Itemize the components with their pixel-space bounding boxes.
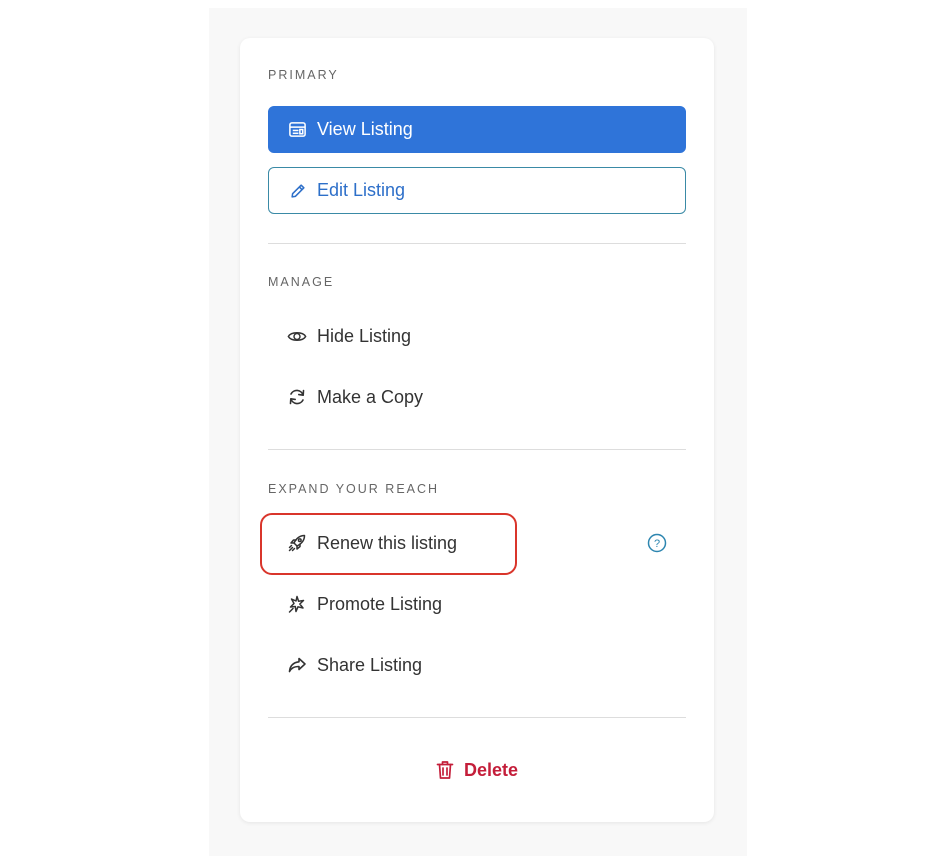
promote-listing-label: Promote Listing — [317, 593, 443, 614]
promote-listing-action[interactable]: Promote Listing — [268, 582, 686, 626]
edit-listing-button[interactable]: Edit Listing — [268, 167, 686, 214]
delete-button[interactable]: Delete — [240, 754, 714, 786]
divider — [268, 717, 686, 718]
trash-icon — [436, 760, 454, 780]
section-label-expand: EXPAND YOUR REACH — [268, 482, 440, 496]
renew-listing-label: Renew this listing — [317, 532, 458, 553]
make-copy-label: Make a Copy — [317, 386, 424, 407]
svg-text:?: ? — [654, 538, 660, 550]
delete-label: Delete — [463, 759, 519, 780]
renew-listing-action[interactable]: Renew this listing — [268, 521, 686, 565]
share-icon — [287, 655, 307, 675]
share-listing-action[interactable]: Share Listing — [268, 643, 686, 687]
listing-icon — [288, 120, 307, 139]
listing-actions-panel: PRIMARY View Listing Edit Listing MANAGE — [240, 38, 714, 822]
view-listing-button[interactable]: View Listing — [268, 106, 686, 153]
edit-listing-label: Edit Listing — [317, 180, 406, 200]
eye-icon — [287, 326, 307, 346]
hide-listing-label: Hide Listing — [317, 325, 412, 346]
refresh-icon — [287, 387, 307, 407]
share-listing-label: Share Listing — [317, 654, 423, 675]
section-label-primary: PRIMARY — [268, 68, 339, 82]
hide-listing-action[interactable]: Hide Listing — [268, 314, 686, 358]
section-label-manage: MANAGE — [268, 275, 335, 289]
rocket-icon — [287, 533, 307, 553]
question-circle-icon[interactable]: ? — [647, 533, 667, 553]
divider — [268, 243, 686, 244]
pencil-icon — [288, 181, 307, 200]
make-copy-action[interactable]: Make a Copy — [268, 375, 686, 419]
sparkle-icon — [287, 594, 307, 614]
divider — [268, 449, 686, 450]
view-listing-label: View Listing — [317, 119, 413, 139]
